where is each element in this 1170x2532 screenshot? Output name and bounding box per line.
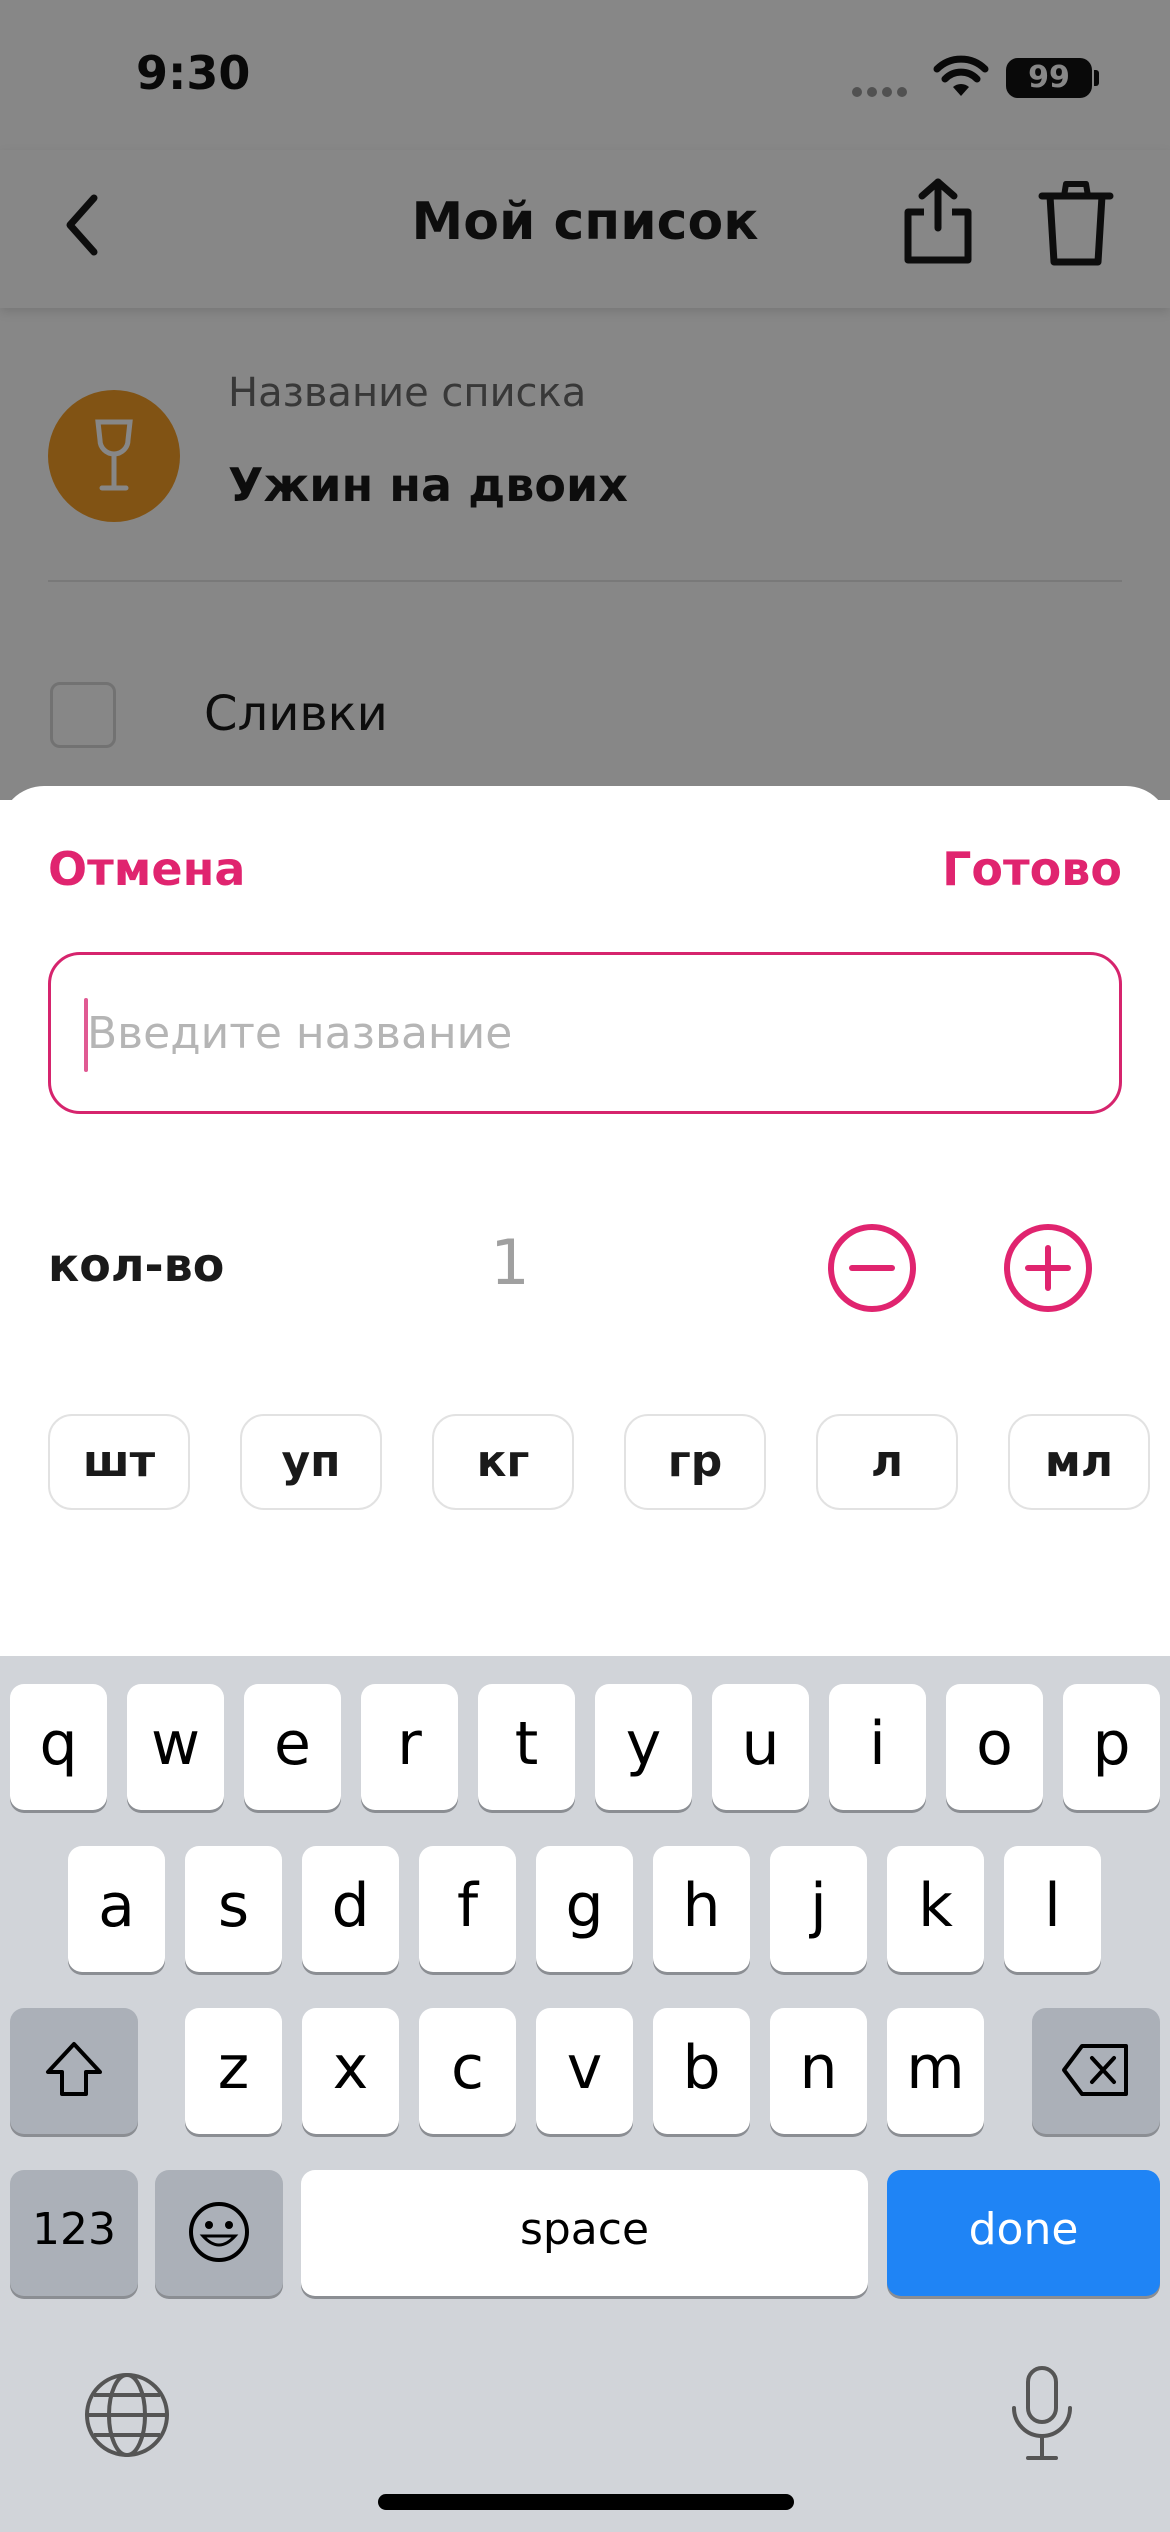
increase-quantity-button[interactable] [1002, 1222, 1094, 1314]
key-e[interactable]: e [244, 1684, 341, 1810]
key-s[interactable]: s [185, 1846, 282, 1972]
key-n[interactable]: n [770, 2008, 867, 2134]
key-t[interactable]: t [478, 1684, 575, 1810]
globe-icon[interactable] [82, 2370, 172, 2460]
home-indicator [378, 2494, 794, 2510]
unit-chip-gram[interactable]: гр [624, 1414, 766, 1510]
key-p[interactable]: p [1063, 1684, 1160, 1810]
numbers-key[interactable]: 123 [10, 2170, 138, 2296]
key-g[interactable]: g [536, 1846, 633, 1972]
key-c[interactable]: c [419, 2008, 516, 2134]
microphone-icon[interactable] [1000, 2364, 1084, 2464]
key-b[interactable]: b [653, 2008, 750, 2134]
key-i[interactable]: i [829, 1684, 926, 1810]
quantity-value: 1 [490, 1226, 530, 1299]
key-x[interactable]: x [302, 2008, 399, 2134]
key-v[interactable]: v [536, 2008, 633, 2134]
add-item-sheet: Отмена Готово кол-во 1 шт уп кг гр л мл [0, 786, 1170, 1686]
emoji-icon [189, 2202, 249, 2262]
key-j[interactable]: j [770, 1846, 867, 1972]
decrease-quantity-button[interactable] [826, 1222, 918, 1314]
units-row: шт уп кг гр л мл [48, 1414, 1170, 1514]
unit-chip-ml[interactable]: мл [1008, 1414, 1150, 1510]
key-m[interactable]: m [887, 2008, 984, 2134]
key-o[interactable]: o [946, 1684, 1043, 1810]
key-f[interactable]: f [419, 1846, 516, 1972]
key-z[interactable]: z [185, 2008, 282, 2134]
text-caret [84, 998, 88, 1072]
key-y[interactable]: y [595, 1684, 692, 1810]
key-r[interactable]: r [361, 1684, 458, 1810]
keyboard-done-key[interactable]: done [887, 2170, 1160, 2296]
done-button[interactable]: Готово [942, 842, 1122, 896]
shift-key[interactable] [10, 2008, 138, 2134]
item-name-input[interactable] [48, 952, 1122, 1114]
key-d[interactable]: d [302, 1846, 399, 1972]
onscreen-keyboard: q w e r t y u i o p a s d f g h j k l z … [0, 1656, 1170, 2532]
emoji-key[interactable] [155, 2170, 283, 2296]
quantity-label: кол-во [48, 1238, 225, 1292]
unit-chip-pcs[interactable]: шт [48, 1414, 190, 1510]
cancel-button[interactable]: Отмена [48, 842, 245, 896]
space-key[interactable]: space [301, 2170, 868, 2296]
key-w[interactable]: w [127, 1684, 224, 1810]
key-l[interactable]: l [1004, 1846, 1101, 1972]
key-h[interactable]: h [653, 1846, 750, 1972]
backspace-key[interactable] [1032, 2008, 1160, 2134]
key-u[interactable]: u [712, 1684, 809, 1810]
shift-icon [46, 2042, 102, 2096]
key-a[interactable]: a [68, 1846, 165, 1972]
unit-chip-liter[interactable]: л [816, 1414, 958, 1510]
unit-chip-kg[interactable]: кг [432, 1414, 574, 1510]
backspace-icon [1062, 2044, 1128, 2096]
unit-chip-pack[interactable]: уп [240, 1414, 382, 1510]
dim-overlay[interactable] [0, 0, 1170, 800]
key-k[interactable]: k [887, 1846, 984, 1972]
key-q[interactable]: q [10, 1684, 107, 1810]
